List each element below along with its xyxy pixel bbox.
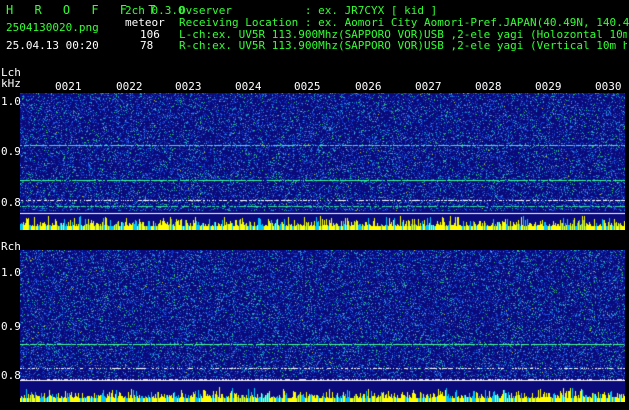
lch-spectrogram xyxy=(20,93,625,230)
time-tick: 0022 xyxy=(116,80,143,93)
lch-unit: kHz xyxy=(1,77,21,90)
lch-ytick-1-0: 1.0 xyxy=(1,95,21,108)
time-tick: 0026 xyxy=(355,80,382,93)
lch-spectrogram-canvas xyxy=(20,93,625,230)
time-tick: 0025 xyxy=(294,80,321,93)
rch-ytick-0-9: 0.9 xyxy=(1,320,21,333)
lch-ytick-0-8: 0.8 xyxy=(1,196,21,209)
time-tick: 0028 xyxy=(475,80,502,93)
rch-spectrogram-canvas xyxy=(20,250,625,402)
datetime: 25.04.13 00:20 xyxy=(6,39,99,52)
rch-ytick-0-8: 0.8 xyxy=(1,369,21,382)
location-line: Receiving Location : ex. Aomori City Aom… xyxy=(179,16,629,29)
file-name: 2504130020.png xyxy=(6,21,99,34)
lch-time-axis: 0021 0022 0023 0024 0025 0026 0027 0028 … xyxy=(20,80,625,93)
lch-ytick-0-9: 0.9 xyxy=(1,145,21,158)
rch-label: Rch xyxy=(1,240,21,253)
time-tick: 0021 xyxy=(55,80,82,93)
time-tick: 0027 xyxy=(415,80,442,93)
time-tick: 0029 xyxy=(535,80,562,93)
meteor-count-rch: 78 xyxy=(140,39,154,52)
rch-ytick-1-0: 1.0 xyxy=(1,266,21,279)
time-tick: 0024 xyxy=(235,80,262,93)
rch-info-line: R-ch:ex. UV5R 113.900Mhz(SAPPORO VOR)USB… xyxy=(179,40,627,52)
time-tick: 0030 xyxy=(595,80,622,93)
rch-spectrogram xyxy=(20,250,625,402)
time-tick: 0023 xyxy=(175,80,202,93)
